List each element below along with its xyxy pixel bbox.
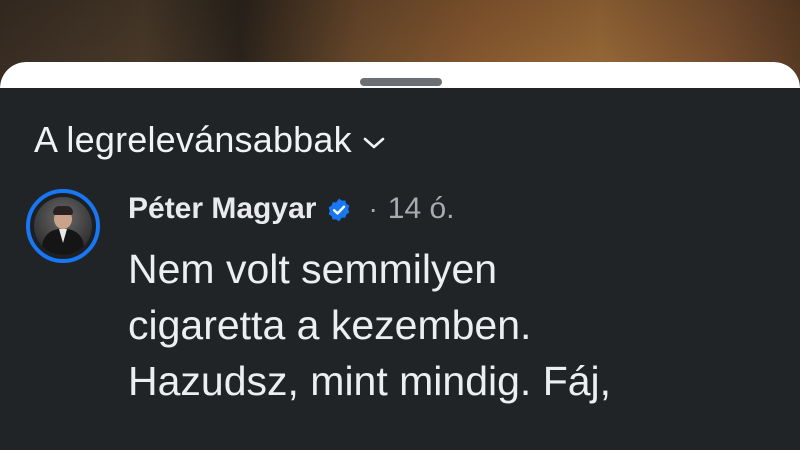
comment-timestamp[interactable]: 14 ó.	[388, 192, 455, 226]
sort-dropdown[interactable]: A legrelevánsabbak	[34, 117, 386, 163]
comment-header: Péter Magyar · 14 ó.	[128, 189, 455, 229]
verified-badge-icon	[329, 198, 350, 222]
avatar[interactable]	[26, 189, 100, 263]
comment-body: Nem volt semmilyen cigaretta a kezemben.…	[128, 241, 768, 409]
comments-sheet: A legrelevánsabbak Péter Magyar · 14 ó. …	[0, 62, 800, 450]
author-name[interactable]: Péter Magyar	[128, 192, 316, 226]
comment-line: Hazudsz, mint mindig. Fáj,	[128, 358, 612, 404]
sort-label: A legrelevánsabbak	[34, 119, 352, 160]
chevron-down-icon	[363, 137, 385, 149]
sheet-header	[0, 62, 800, 88]
drag-handle[interactable]	[360, 78, 442, 86]
comment-line: cigaretta a kezemben.	[128, 302, 532, 348]
comment-line: Nem volt semmilyen	[128, 246, 498, 292]
separator-dot: ·	[368, 193, 378, 224]
